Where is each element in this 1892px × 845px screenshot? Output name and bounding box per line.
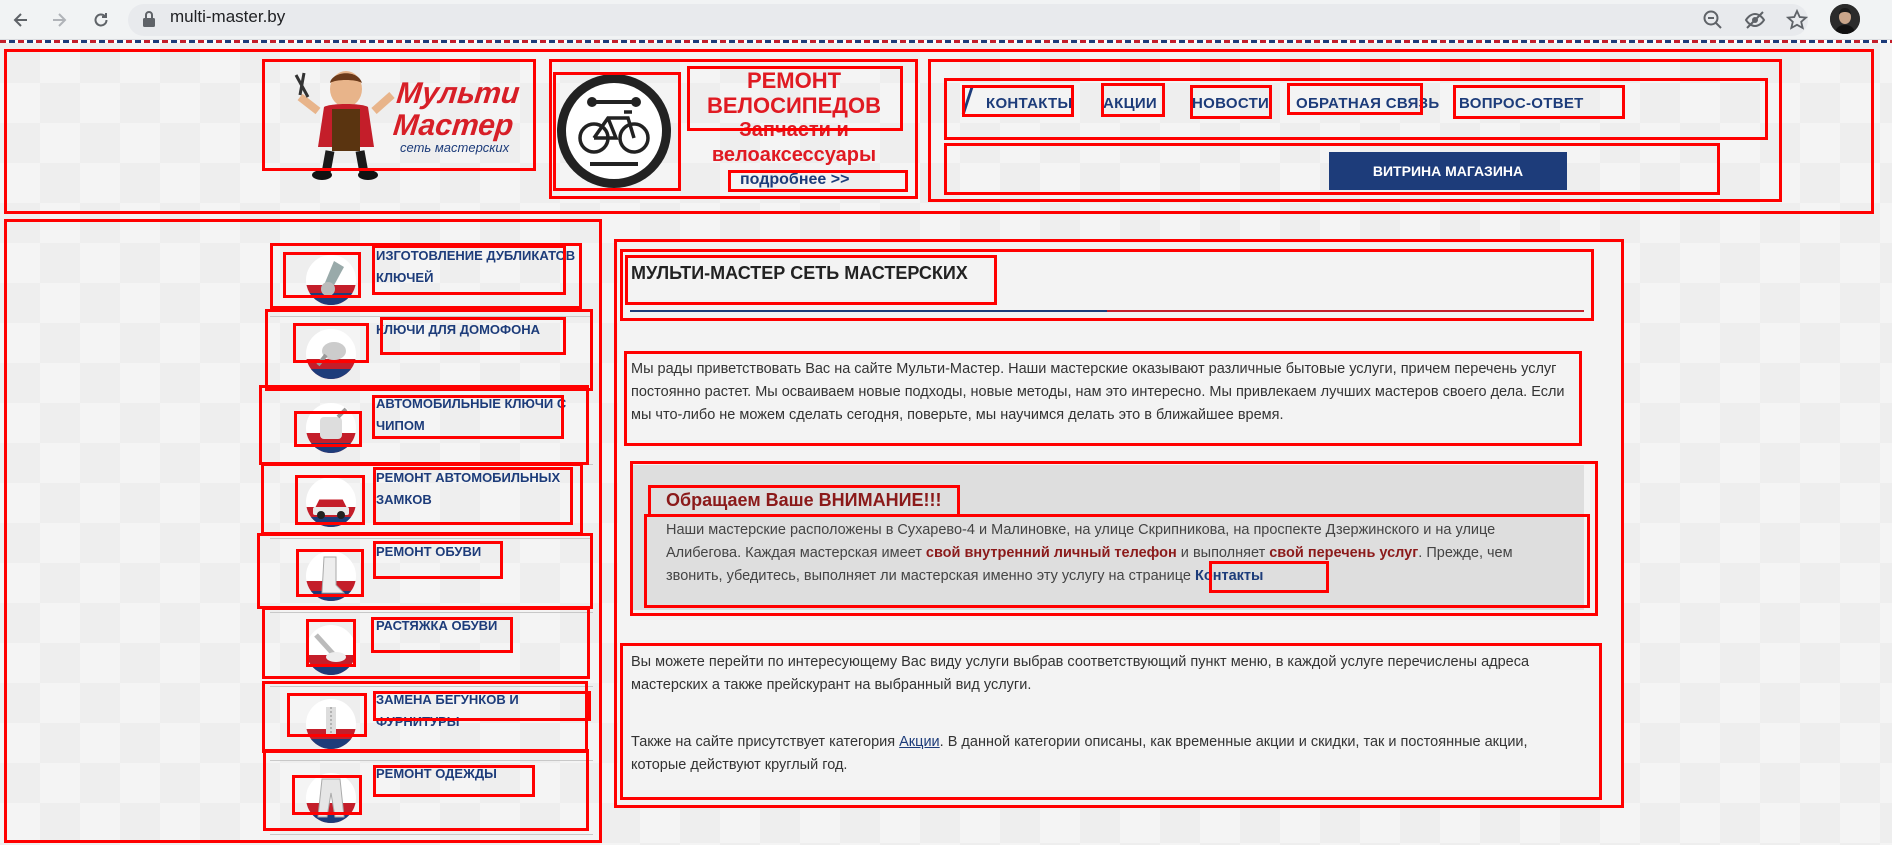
annotation-box (372, 245, 566, 295)
annotation-box (296, 549, 364, 597)
annotation-box (371, 617, 513, 653)
annotation-box (283, 252, 361, 298)
annotation-box (4, 49, 1874, 214)
annotation-box (294, 411, 362, 447)
annotation-box (380, 317, 566, 355)
annotation-box (373, 765, 535, 797)
annotation-box (372, 395, 564, 439)
annotation-box (648, 485, 960, 517)
browser-toolbar: multi-master.by (0, 0, 1892, 40)
annotation-box (620, 643, 1602, 800)
profile-avatar[interactable] (1830, 4, 1860, 34)
annotation-box (644, 514, 1590, 608)
annotation-box (625, 255, 997, 305)
url-text[interactable]: multi-master.by (170, 7, 285, 27)
annotation-box (1209, 561, 1329, 593)
zoom-out-icon[interactable] (1702, 9, 1724, 31)
annotation-box (373, 467, 573, 525)
star-icon[interactable] (1785, 8, 1809, 31)
annotation-box (295, 475, 365, 525)
annotation-box (287, 693, 367, 737)
eye-off-icon[interactable] (1744, 9, 1766, 31)
annotation-box (373, 541, 503, 579)
annotation-box (373, 691, 591, 721)
lock-icon[interactable] (142, 10, 156, 32)
reload-icon[interactable] (86, 5, 116, 35)
annotation-box (292, 775, 362, 815)
annotation-box (306, 619, 356, 667)
annotation-box (624, 351, 1582, 446)
forward-icon[interactable] (44, 5, 74, 35)
back-icon[interactable] (6, 5, 36, 35)
annotation-box (293, 323, 369, 363)
address-bar[interactable] (128, 4, 1808, 36)
